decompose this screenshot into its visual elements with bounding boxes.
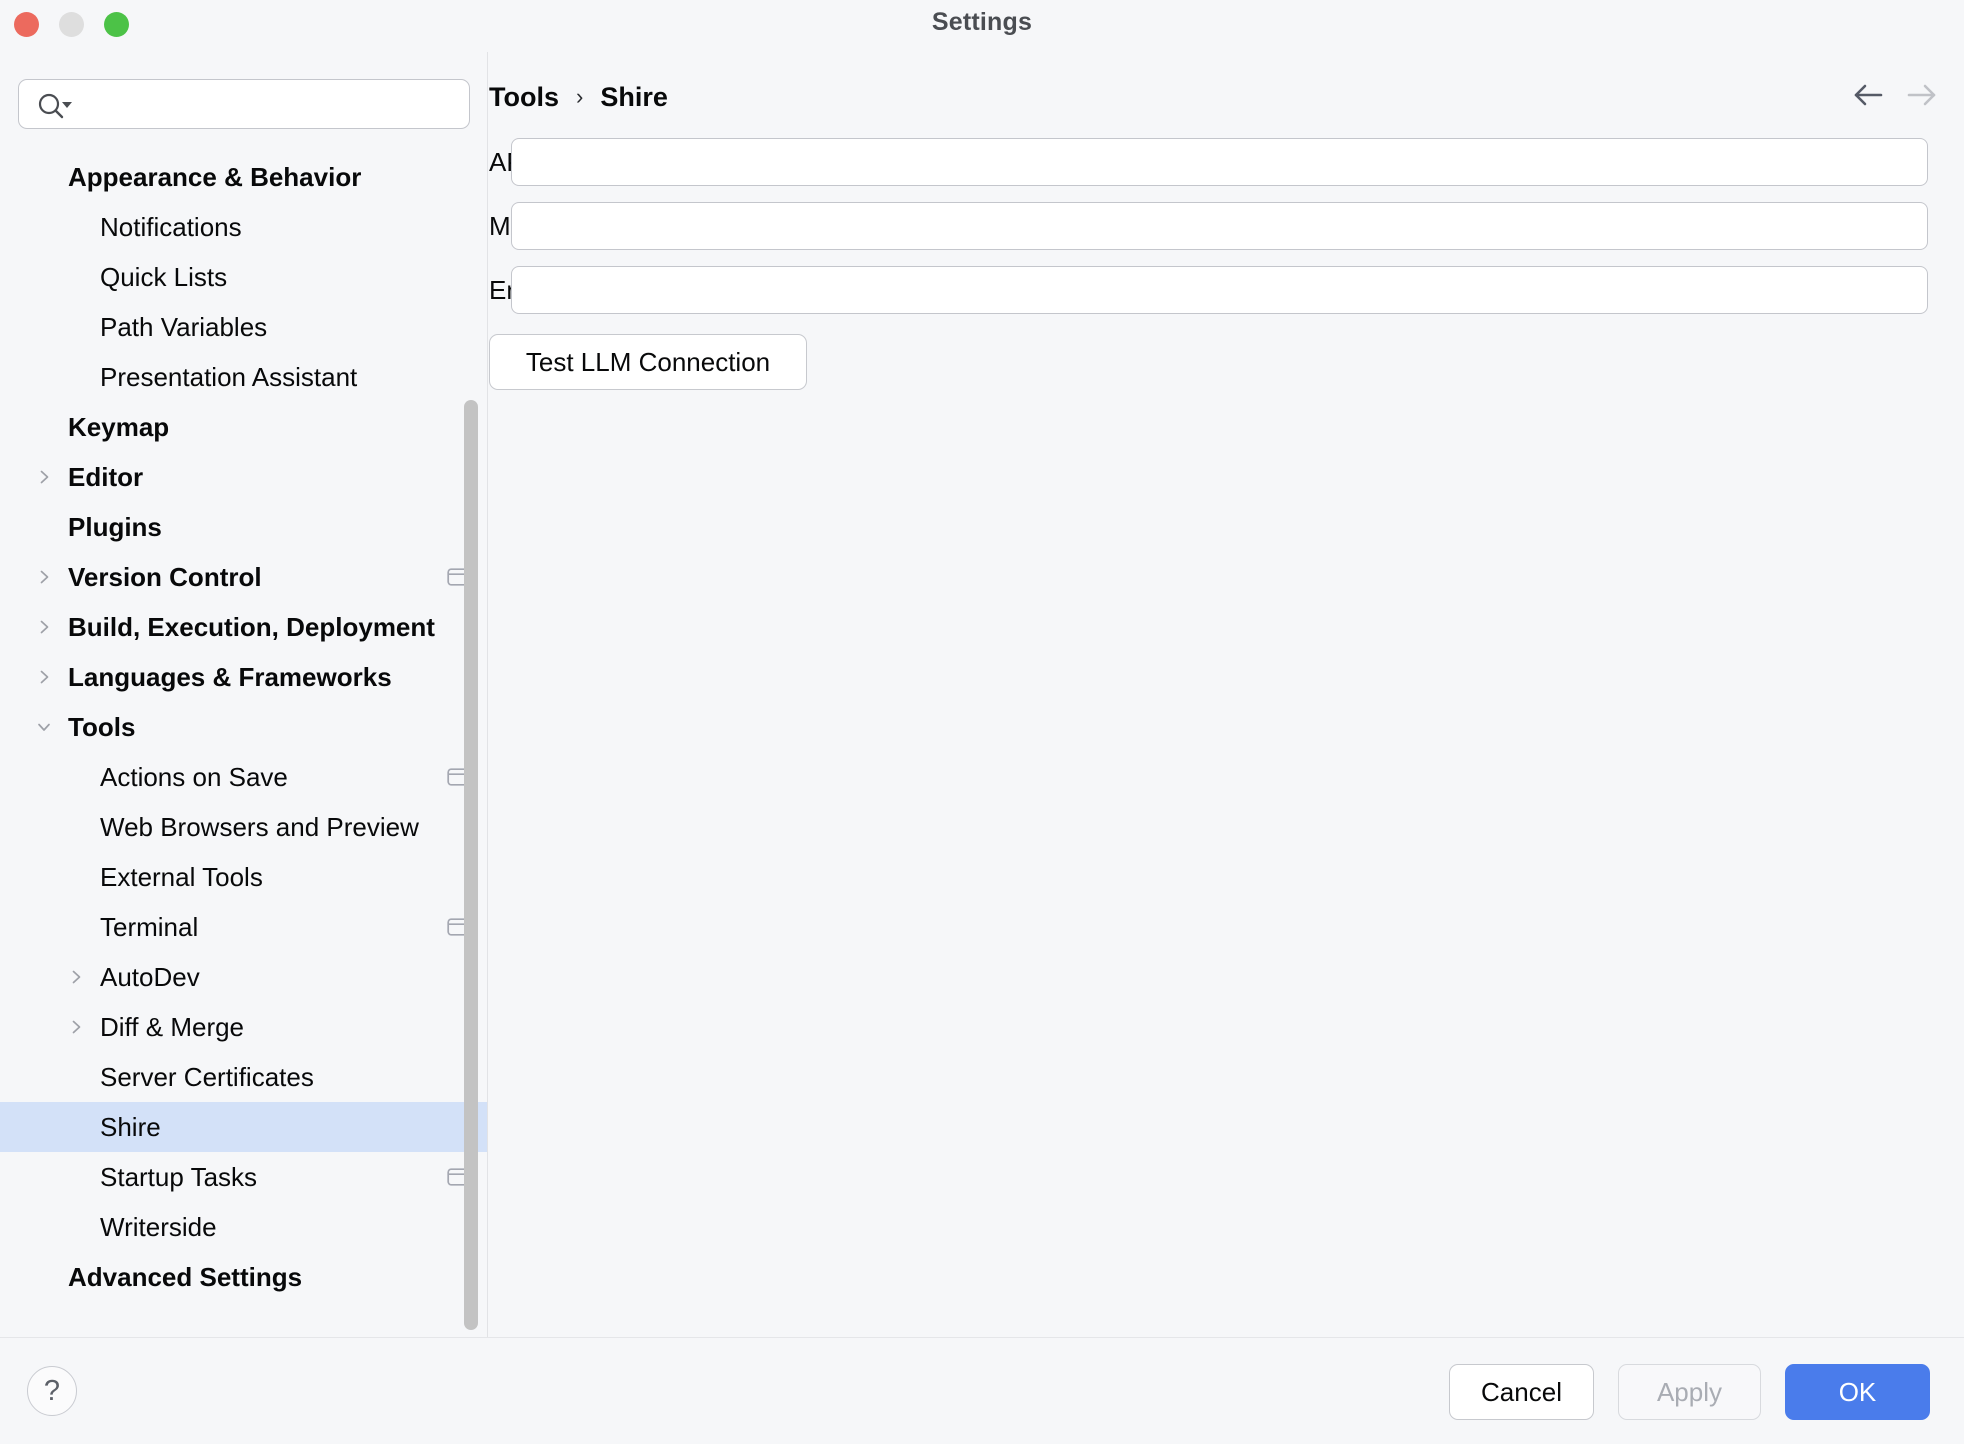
sidebar-item-diff-merge[interactable]: Diff & Merge [0, 1002, 487, 1052]
sidebar-item-label: Notifications [100, 211, 242, 242]
ok-button[interactable]: OK [1785, 1364, 1930, 1420]
window-title: Settings [931, 8, 1033, 36]
breadcrumb-current: Shire [600, 82, 668, 112]
sidebar-item-label: External Tools [100, 861, 263, 892]
sidebar-scrollbar-thumb[interactable] [464, 400, 478, 1330]
settings-window: Settings Appearance & Behavior Notificati… [0, 0, 1964, 1444]
sidebar-item-terminal[interactable]: Terminal [0, 902, 487, 952]
form-row: Model Name: [489, 194, 1964, 258]
breadcrumb: Tools › Shire [489, 82, 668, 113]
help-button[interactable]: ? [27, 1366, 77, 1416]
sidebar-item-label: Actions on Save [100, 761, 288, 792]
sidebar-item-server-certificates[interactable]: Server Certificates [0, 1052, 487, 1102]
sidebar-item-label: Keymap [68, 411, 170, 442]
sidebar-item-keymap[interactable]: Keymap [0, 402, 487, 452]
sidebar-item-startup-tasks[interactable]: Startup Tasks [0, 1152, 487, 1202]
sidebar-item-build-execution-deployment[interactable]: Build, Execution, Deployment [0, 602, 487, 652]
sidebar-item-advanced-settings[interactable]: Advanced Settings [0, 1252, 487, 1302]
sidebar-item-label: Startup Tasks [100, 1161, 258, 1192]
sidebar-scrollbar[interactable] [464, 52, 478, 1337]
title-bar: Settings [0, 0, 1964, 52]
breadcrumb-separator-icon: › [576, 83, 584, 109]
sidebar-item-label: Appearance & Behavior [68, 161, 362, 192]
forward-arrow-icon [1907, 84, 1936, 106]
sidebar-item-label: Terminal [100, 911, 199, 942]
sidebar-item-label: Tools [68, 711, 136, 742]
sidebar-item-label: Editor [68, 461, 144, 492]
chevron-right-icon[interactable] [68, 969, 84, 985]
sidebar-item-actions-on-save[interactable]: Actions on Save [0, 752, 487, 802]
sidebar-item-tools[interactable]: Tools [0, 702, 487, 752]
sidebar-item-label: Plugins [68, 511, 162, 542]
sidebar-item-label: Quick Lists [100, 261, 228, 292]
sidebar-item-web-browsers-and-preview[interactable]: Web Browsers and Preview [0, 802, 487, 852]
model-name-input[interactable] [511, 202, 1928, 250]
sidebar-item-shire[interactable]: Shire [0, 1102, 487, 1152]
chevron-right-icon[interactable] [36, 569, 52, 585]
test-llm-connection-button[interactable]: Test LLM Connection [489, 334, 807, 390]
sidebar-item-label: Writerside [100, 1211, 217, 1242]
sidebar-item-label: Build, Execution, Deployment [68, 611, 435, 642]
dialog-footer: ? Cancel Apply OK [0, 1337, 1964, 1444]
back-arrow-icon[interactable] [1852, 78, 1886, 112]
sidebar-item-label: Advanced Settings [68, 1261, 303, 1292]
sidebar-item-autodev[interactable]: AutoDev [0, 952, 487, 1002]
sidebar-item-quick-lists[interactable]: Quick Lists [0, 252, 487, 302]
api-host-input[interactable] [511, 138, 1928, 186]
settings-main-panel: Tools › Shire API Host:Model Name:Engine… [489, 52, 1964, 1337]
sidebar-item-notifications[interactable]: Notifications [0, 202, 487, 252]
footer-actions: Cancel Apply OK [1449, 1364, 1930, 1420]
sidebar-item-path-variables[interactable]: Path Variables [0, 302, 487, 352]
chevron-right-icon[interactable] [68, 1019, 84, 1035]
sidebar-item-label: Version Control [68, 561, 262, 592]
sidebar-item-label: Shire [100, 1111, 161, 1142]
sidebar-item-label: Languages & Frameworks [68, 661, 392, 692]
sidebar-item-label: AutoDev [100, 961, 200, 992]
sidebar-item-appearance-behavior[interactable]: Appearance & Behavior [0, 152, 487, 202]
chevron-right-icon[interactable] [36, 619, 52, 635]
chevron-down-icon[interactable] [36, 719, 52, 735]
cancel-button[interactable]: Cancel [1449, 1364, 1594, 1420]
sidebar-item-label: Server Certificates [100, 1061, 314, 1092]
sidebar-item-languages-frameworks[interactable]: Languages & Frameworks [0, 652, 487, 702]
sidebar-item-plugins[interactable]: Plugins [0, 502, 487, 552]
sidebar-item-presentation-assistant[interactable]: Presentation Assistant [0, 352, 487, 402]
form-row: Engine Token: [489, 258, 1964, 322]
shire-settings-form: API Host:Model Name:Engine Token: [489, 130, 1964, 322]
sidebar-item-label: Diff & Merge [100, 1011, 245, 1042]
breadcrumb-parent[interactable]: Tools [489, 82, 559, 113]
sidebar-item-editor[interactable]: Editor [0, 452, 487, 502]
engine-token-input[interactable] [511, 266, 1928, 314]
apply-button: Apply [1618, 1364, 1761, 1420]
sidebar-item-version-control[interactable]: Version Control [0, 552, 487, 602]
sidebar-item-label: Web Browsers and Preview [100, 811, 419, 842]
sidebar-item-label: Path Variables [100, 311, 268, 342]
sidebar-item-external-tools[interactable]: External Tools [0, 852, 487, 902]
navigation-arrows [1852, 78, 1938, 112]
search-icon [38, 93, 72, 119]
search-field[interactable] [18, 79, 470, 129]
sidebar-item-writerside[interactable]: Writerside [0, 1202, 487, 1252]
sidebar-item-label: Presentation Assistant [100, 361, 358, 392]
chevron-right-icon[interactable] [36, 669, 52, 685]
settings-sidebar: Appearance & Behavior Notifications Quick … [0, 52, 488, 1337]
settings-tree: Appearance & Behavior Notifications Quick … [0, 152, 487, 1302]
form-row: API Host: [489, 130, 1964, 194]
chevron-right-icon[interactable] [36, 469, 52, 485]
